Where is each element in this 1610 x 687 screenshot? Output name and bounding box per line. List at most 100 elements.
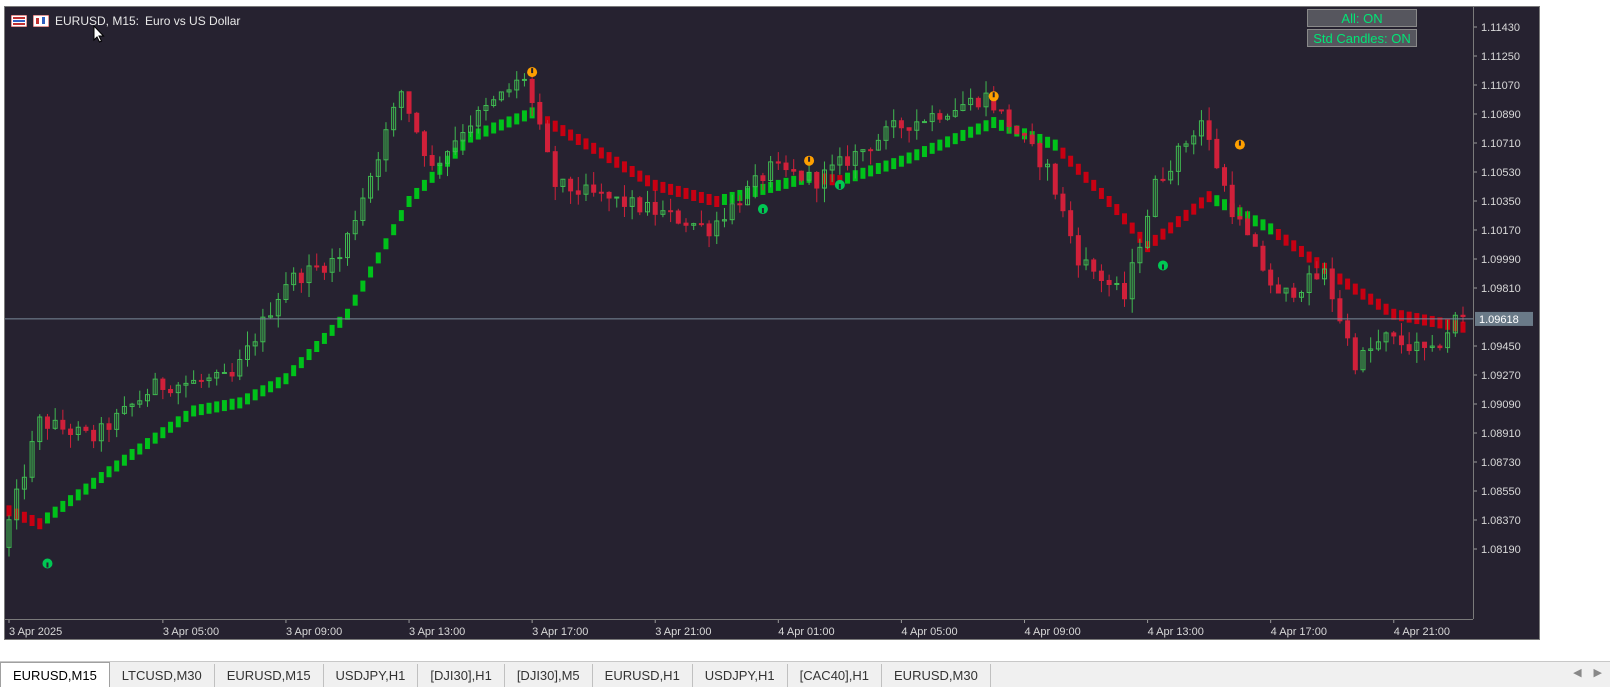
- bear-candle: [868, 149, 874, 152]
- tab-dji30-m5-5[interactable]: [DJI30],M5: [505, 664, 593, 687]
- trend-down-block: [1122, 213, 1128, 225]
- all-toggle-button[interactable]: All: ON: [1307, 9, 1417, 27]
- tab-eurusd-m15-0[interactable]: EURUSD,M15: [0, 662, 110, 687]
- bear-candle: [1214, 138, 1220, 169]
- bear-candle: [606, 191, 612, 199]
- chart-list-icon[interactable]: [11, 15, 27, 27]
- time-axis[interactable]: [5, 619, 1473, 639]
- trend-down-block: [21, 511, 27, 523]
- trend-up-block: [498, 119, 504, 131]
- trend-up-block: [898, 155, 904, 167]
- trend-down-block: [1191, 203, 1197, 215]
- trend-up-block: [268, 381, 274, 393]
- bear-candle: [1391, 332, 1397, 337]
- trend-up-block: [383, 238, 389, 250]
- trend-up-block: [1260, 219, 1266, 231]
- bull-candle: [921, 121, 927, 124]
- bear-candle: [1106, 279, 1112, 285]
- trend-up-block: [483, 125, 489, 137]
- trend-down-block: [621, 161, 627, 173]
- tab-eurusd-m30-9[interactable]: EURUSD,M30: [882, 664, 991, 687]
- bear-candle: [406, 91, 412, 114]
- trend-down-block: [29, 515, 35, 526]
- bear-candle: [598, 191, 604, 194]
- trend-up-block: [275, 377, 281, 389]
- trend-up-block: [506, 116, 512, 128]
- trend-down-block: [1168, 222, 1174, 234]
- trend-down-block: [598, 147, 604, 159]
- trend-up-block: [891, 158, 897, 170]
- bear-candle: [637, 197, 643, 213]
- trend-down-block: [1091, 179, 1097, 191]
- trend-up-block: [352, 294, 358, 306]
- tab-cac40-h1-8[interactable]: [CAC40],H1: [788, 664, 883, 687]
- trend-up-block: [60, 500, 66, 512]
- trend-up-block: [914, 149, 920, 161]
- trend-up-block: [414, 187, 420, 199]
- trend-up-block: [252, 389, 258, 401]
- bear-candle: [1037, 143, 1043, 168]
- trend-up-block: [860, 167, 866, 179]
- trend-down-block: [1337, 273, 1343, 285]
- bear-candle: [545, 123, 551, 153]
- trend-down-block: [637, 170, 643, 182]
- std-candles-toggle-button[interactable]: Std Candles: ON: [1307, 29, 1417, 47]
- trend-up-block: [975, 123, 981, 135]
- price-chart[interactable]: 1.114301.112501.110701.108901.107101.105…: [5, 7, 1539, 639]
- bear-candle: [91, 429, 97, 442]
- trend-down-block: [1183, 209, 1189, 221]
- bear-candle: [706, 223, 712, 237]
- trend-up-block: [191, 405, 197, 417]
- trend-up-block: [1052, 139, 1058, 151]
- tab-eurusd-h1-6[interactable]: EURUSD,H1: [593, 664, 693, 687]
- bear-candle: [1260, 245, 1266, 271]
- bear-candle: [1222, 167, 1228, 186]
- tab-ltcusd-m30-1[interactable]: LTCUSD,M30: [110, 664, 215, 687]
- tab-navigation: ◀ ▶: [1573, 666, 1602, 679]
- trend-down-block: [1206, 191, 1212, 203]
- trend-down-block: [583, 138, 589, 150]
- price-axis[interactable]: [1473, 7, 1539, 619]
- bear-candle: [1352, 337, 1358, 371]
- bear-candle: [1422, 341, 1428, 348]
- trend-down-block: [1060, 147, 1066, 159]
- bull-candle: [221, 371, 227, 374]
- tab-dji30-h1-4[interactable]: [DJI30],H1: [418, 664, 505, 687]
- trend-up-block: [152, 432, 158, 444]
- bear-candle: [1268, 269, 1274, 286]
- bear-candle: [575, 190, 581, 195]
- signal-mark: [838, 183, 841, 189]
- chart-symbol-description: Euro vs US Dollar: [145, 14, 241, 28]
- trend-up-block: [1252, 215, 1258, 227]
- trend-up-block: [791, 175, 797, 187]
- bear-candle: [737, 203, 743, 206]
- trend-up-block: [375, 252, 381, 264]
- tab-scroll-right-icon[interactable]: ▶: [1594, 666, 1602, 679]
- chart-area[interactable]: 1.11430 1.11250 1.11070 1.10890 1.10710 1.105…: [5, 7, 1539, 639]
- trend-up-block: [321, 332, 327, 344]
- trend-up-block: [921, 146, 927, 158]
- trend-up-block: [968, 126, 974, 138]
- tab-usdjpy-h1-3[interactable]: USDJPY,H1: [324, 664, 419, 687]
- trend-down-block: [1391, 308, 1397, 320]
- trend-up-block: [129, 448, 135, 460]
- trend-up-block: [514, 113, 520, 125]
- bear-candle: [160, 378, 166, 390]
- chart-tabs-bar: EURUSD,M15 LTCUSD,M30 EURUSD,M15 USDJPY,H1[…: [0, 661, 1610, 687]
- chart-window[interactable]: 1.11430 1.11250 1.11070 1.10890 1.10710 1.105…: [4, 6, 1540, 640]
- trend-up-block: [75, 489, 81, 501]
- trend-up-block: [314, 341, 320, 352]
- trend-up-block: [144, 438, 150, 450]
- bear-candle: [1160, 178, 1166, 181]
- bear-candle: [791, 169, 797, 172]
- tab-eurusd-m15-2[interactable]: EURUSD,M15: [215, 664, 324, 687]
- tab-usdjpy-h1-7[interactable]: USDJPY,H1: [693, 664, 788, 687]
- bear-candle: [1345, 320, 1351, 339]
- chart-type-icon[interactable]: [33, 15, 49, 27]
- trend-up-block: [221, 400, 227, 412]
- bull-candle: [614, 196, 620, 199]
- bear-candle: [298, 272, 304, 284]
- bear-candle: [1052, 163, 1058, 195]
- bear-candle: [783, 162, 789, 171]
- tab-scroll-left-icon[interactable]: ◀: [1573, 666, 1581, 679]
